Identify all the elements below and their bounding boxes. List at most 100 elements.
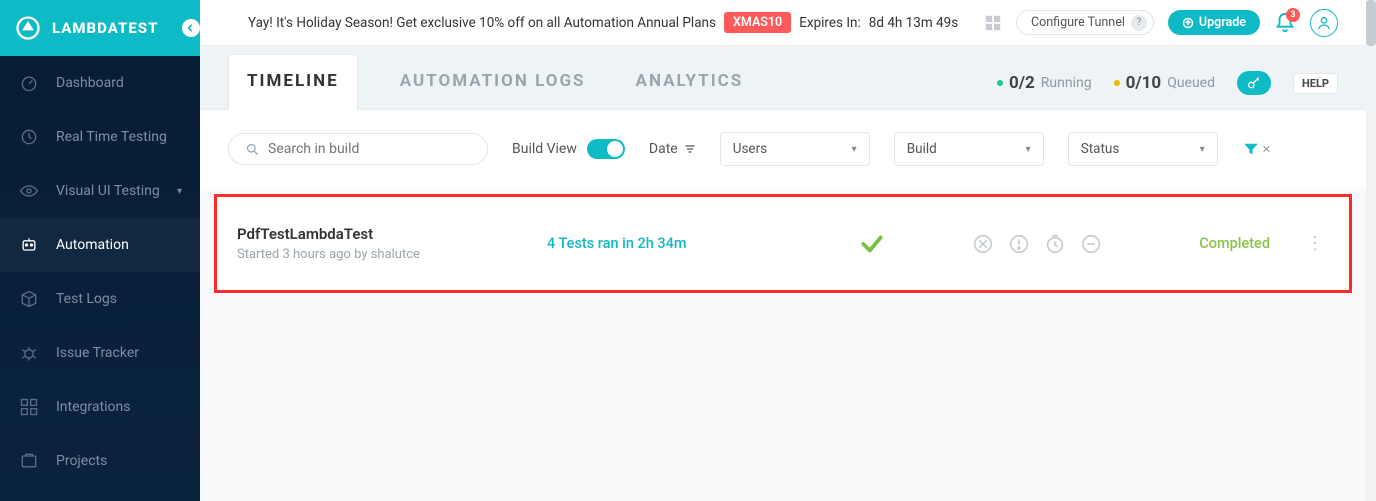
users-dropdown-label: Users xyxy=(733,141,767,157)
banner-text: Yay! It's Holiday Season! Get exclusive … xyxy=(248,15,716,31)
visual-icon xyxy=(18,180,40,202)
projects-icon xyxy=(18,450,40,472)
bug-icon xyxy=(18,342,40,364)
sidebar-item-issue-tracker[interactable]: Issue Tracker xyxy=(0,326,200,380)
tests-summary: 4 Tests ran in 2h 34m xyxy=(547,235,807,252)
configure-tunnel-button[interactable]: Configure Tunnel ? xyxy=(1016,10,1154,35)
sidebar-item-projects[interactable]: Projects xyxy=(0,434,200,488)
tab-label: TIMELINE xyxy=(247,71,339,91)
brand-logo-icon xyxy=(14,14,42,42)
help-label: HELP xyxy=(1302,77,1329,90)
queued-value: 0/10 xyxy=(1126,73,1162,93)
build-view-toggle-group: Build View xyxy=(512,139,625,159)
build-row[interactable]: PdfTestLambdaTest Started 3 hours ago by… xyxy=(214,194,1352,293)
help-button[interactable]: HELP xyxy=(1293,73,1338,94)
stats-group: 0/2 Running 0/10 Queued HELP xyxy=(997,71,1338,109)
build-more-menu[interactable]: ⋮ xyxy=(1300,233,1329,254)
warning-icon xyxy=(1008,233,1030,255)
upgrade-button[interactable]: Upgrade xyxy=(1168,10,1260,35)
tab-automation-logs[interactable]: AUTOMATION LOGS xyxy=(392,55,594,109)
error-icon xyxy=(972,233,994,255)
expires-value: 8d 4h 13m 49s xyxy=(869,15,958,31)
help-icon: ? xyxy=(1131,15,1147,31)
dashboard-icon xyxy=(18,72,40,94)
configure-tunnel-label: Configure Tunnel xyxy=(1031,15,1125,30)
build-view-label: Build View xyxy=(512,141,577,157)
scrollbar[interactable] xyxy=(1366,0,1376,501)
brand-name: LAMBDATEST xyxy=(52,19,159,37)
chevron-down-icon: ▾ xyxy=(1026,144,1031,155)
sidebar-item-test-logs[interactable]: Test Logs xyxy=(0,272,200,326)
expires-label: Expires In: xyxy=(799,15,861,31)
sidebar-item-label: Issue Tracker xyxy=(56,345,139,361)
sidebar: LAMBDATEST Dashboard Real Time Testing V… xyxy=(0,0,200,501)
build-status: Completed xyxy=(1137,235,1300,252)
notifications-button[interactable]: 3 xyxy=(1274,12,1296,34)
sidebar-item-dashboard[interactable]: Dashboard xyxy=(0,56,200,110)
scrollbar-thumb[interactable] xyxy=(1366,0,1376,46)
notification-count-badge: 3 xyxy=(1286,8,1300,22)
grid-view-icon[interactable] xyxy=(984,14,1002,32)
date-label: Date xyxy=(649,141,678,157)
integrations-icon xyxy=(18,396,40,418)
coupon-code: XMAS10 xyxy=(724,12,791,33)
search-icon xyxy=(245,142,260,157)
checkmark-icon xyxy=(807,231,937,257)
sidebar-item-real-time-testing[interactable]: Real Time Testing xyxy=(0,110,200,164)
clear-filters-button[interactable]: ✕ xyxy=(1242,140,1271,158)
status-dot-queued xyxy=(1114,80,1120,86)
build-view-toggle[interactable] xyxy=(587,139,625,159)
filter-bar: Build View Date Users ▾ Build ▾ Status ▾… xyxy=(200,110,1366,188)
tab-analytics[interactable]: ANALYTICS xyxy=(628,55,752,109)
users-dropdown[interactable]: Users ▾ xyxy=(720,132,870,166)
access-key-button[interactable] xyxy=(1237,71,1271,95)
status-dropdown-label: Status xyxy=(1081,141,1120,157)
sidebar-item-label: Projects xyxy=(56,453,107,469)
build-subtitle: Started 3 hours ago by shalutce xyxy=(237,247,547,262)
filter-icon xyxy=(1242,140,1260,158)
running-value: 0/2 xyxy=(1009,73,1035,93)
status-dot-running xyxy=(997,80,1003,86)
user-avatar[interactable] xyxy=(1310,9,1338,37)
sort-icon xyxy=(684,143,696,155)
chevron-down-icon: ▾ xyxy=(177,186,182,197)
tab-label: ANALYTICS xyxy=(636,71,744,91)
automation-icon xyxy=(18,234,40,256)
sidebar-header: LAMBDATEST xyxy=(0,0,200,56)
sidebar-item-label: Real Time Testing xyxy=(56,129,167,145)
queued-label: Queued xyxy=(1167,75,1215,91)
tab-label: AUTOMATION LOGS xyxy=(400,71,586,91)
tab-timeline[interactable]: TIMELINE xyxy=(228,54,358,110)
realtime-icon xyxy=(18,126,40,148)
search-input[interactable] xyxy=(268,141,471,157)
search-input-wrapper[interactable] xyxy=(228,133,488,165)
sidebar-item-visual-ui-testing[interactable]: Visual UI Testing ▾ xyxy=(0,164,200,218)
holiday-banner: Yay! It's Holiday Season! Get exclusive … xyxy=(200,0,1366,46)
logs-icon xyxy=(18,288,40,310)
chevron-down-icon: ▾ xyxy=(852,144,857,155)
sidebar-item-label: Test Logs xyxy=(56,291,117,307)
stat-queued: 0/10 Queued xyxy=(1114,73,1215,93)
running-label: Running xyxy=(1041,75,1092,91)
tabs-row: TIMELINE AUTOMATION LOGS ANALYTICS 0/2 R… xyxy=(200,46,1366,110)
sidebar-item-integrations[interactable]: Integrations xyxy=(0,380,200,434)
build-dropdown-label: Build xyxy=(907,141,937,157)
sidebar-item-automation[interactable]: Automation xyxy=(0,218,200,272)
sidebar-item-label: Integrations xyxy=(56,399,130,415)
main: Yay! It's Holiday Season! Get exclusive … xyxy=(200,0,1366,501)
sidebar-item-label: Visual UI Testing xyxy=(56,183,160,199)
sidebar-collapse-button[interactable] xyxy=(182,19,200,37)
close-icon: ✕ xyxy=(1262,143,1271,156)
upgrade-label: Upgrade xyxy=(1199,15,1246,30)
sidebar-item-label: Automation xyxy=(56,237,129,253)
status-dropdown[interactable]: Status ▾ xyxy=(1068,132,1218,166)
date-sort-button[interactable]: Date xyxy=(649,141,696,157)
sidebar-item-label: Dashboard xyxy=(56,75,124,91)
timer-icon xyxy=(1044,233,1066,255)
upgrade-icon xyxy=(1182,17,1194,29)
stat-running: 0/2 Running xyxy=(997,73,1092,93)
skip-icon xyxy=(1080,233,1102,255)
build-dropdown[interactable]: Build ▾ xyxy=(894,132,1044,166)
build-name: PdfTestLambdaTest xyxy=(237,225,547,243)
chevron-down-icon: ▾ xyxy=(1200,144,1205,155)
